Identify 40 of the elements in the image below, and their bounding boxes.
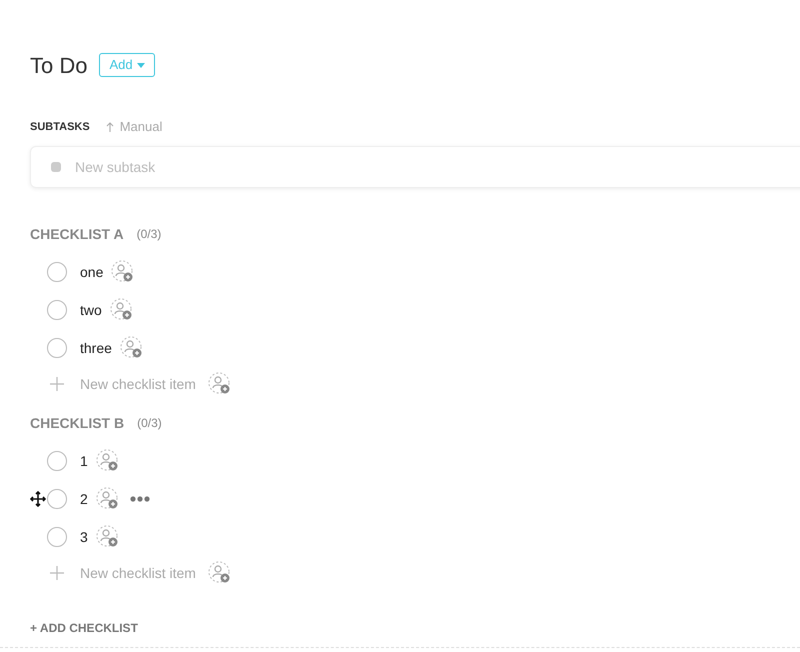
new-checklist-item-field[interactable]: New checklist item: [80, 562, 208, 584]
new-subtask-field[interactable]: New subtask: [30, 146, 800, 188]
checklist-checkbox[interactable]: [47, 527, 67, 547]
checklist-checkbox[interactable]: [47, 489, 67, 509]
subtasks-label: SUBTASKS: [30, 120, 90, 135]
arrow-up-icon: [106, 122, 114, 132]
checklist-title: CHECKLIST A: [30, 224, 124, 244]
checklist-item-label: three: [80, 338, 112, 358]
checklist-checkbox[interactable]: [47, 300, 67, 320]
checklist-count: (0/3): [137, 415, 162, 432]
caret-icon: [136, 62, 145, 68]
checklist-item-label: one: [80, 262, 104, 282]
checklist-item-label: 1: [80, 452, 88, 470]
add-checklist-button[interactable]: + ADD CHECKLIST: [30, 619, 138, 637]
assign-user-icon[interactable]: [120, 336, 144, 360]
new-subtask-input[interactable]: New subtask: [75, 156, 475, 178]
checklist-checkbox[interactable]: [47, 338, 67, 358]
more-options-icon[interactable]: [130, 496, 150, 502]
checklist-item-label: 3: [80, 528, 88, 546]
assign-user-icon[interactable]: [111, 260, 136, 284]
checklist-count: (0/3): [136, 226, 162, 243]
drag-handle-icon[interactable]: [30, 491, 46, 507]
new-checklist-item-field[interactable]: New checklist item: [80, 374, 208, 394]
plus-icon: [49, 565, 65, 581]
assign-user-icon[interactable]: [96, 525, 120, 549]
checklist-checkbox[interactable]: [47, 262, 67, 282]
assign-user-icon[interactable]: [208, 561, 232, 585]
assign-user-icon[interactable]: [110, 298, 134, 322]
assign-user-icon[interactable]: [208, 372, 232, 396]
status-icon: [51, 162, 61, 172]
checklist-item-label: 2: [80, 490, 88, 508]
assign-user-icon[interactable]: [96, 449, 120, 473]
plus-icon: [49, 376, 65, 392]
checklist-item-label: two: [80, 300, 102, 320]
section-title: To Do: [30, 52, 88, 80]
checklist-title: CHECKLIST B: [30, 414, 124, 432]
add-button[interactable]: Add: [99, 53, 155, 77]
sort-button[interactable]: Manual: [106, 117, 162, 137]
assign-user-icon[interactable]: [96, 487, 120, 511]
checklist-checkbox[interactable]: [47, 451, 67, 471]
